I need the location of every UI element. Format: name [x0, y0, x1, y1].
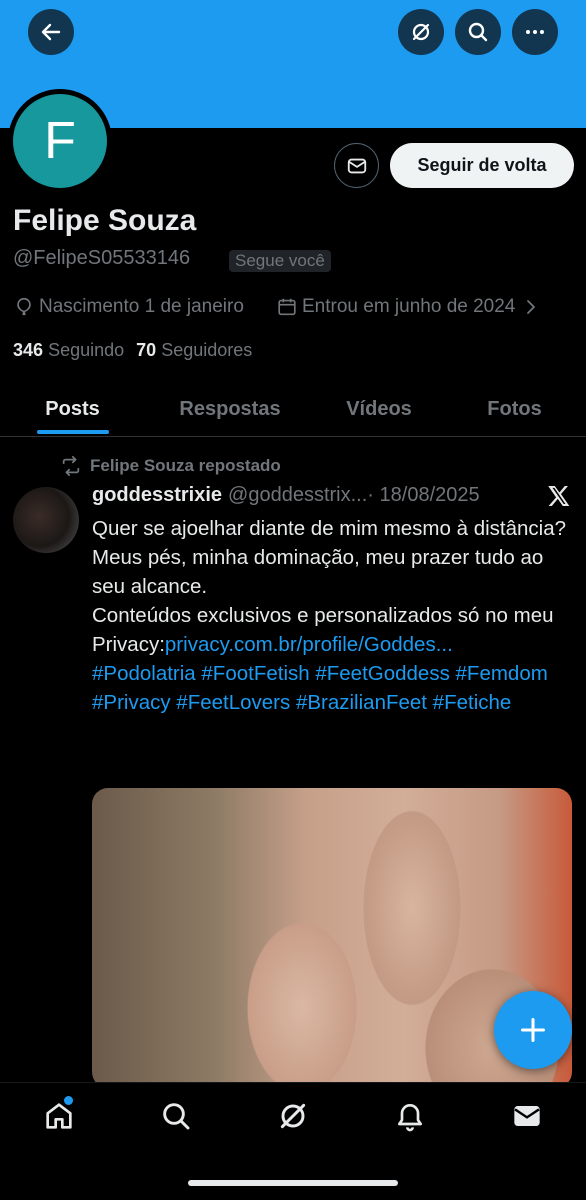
- post-line-1: Quer se ajoelhar diante de mim mesmo à d…: [92, 517, 567, 540]
- home-icon: [46, 1103, 72, 1129]
- post-date[interactable]: · 18/08/2025: [367, 484, 479, 507]
- post-header: goddesstrixie @goddesstrix... · 18/08/20…: [92, 484, 480, 507]
- grok-button[interactable]: [398, 9, 444, 55]
- plus-icon: [520, 1017, 546, 1043]
- more-button[interactable]: [512, 9, 558, 55]
- post-line-2: Meus pés, minha dominação, meu prazer tu…: [92, 546, 544, 598]
- search-button[interactable]: [455, 9, 501, 55]
- post-hashtags[interactable]: #Podolatria #FootFetish #FeetGoddess #Fe…: [92, 659, 572, 717]
- x-logo-icon: [548, 486, 570, 506]
- bell-icon: [398, 1104, 422, 1132]
- joined-info[interactable]: Entrou em junho de 2024: [276, 296, 543, 318]
- repost-icon: [62, 455, 80, 477]
- search-icon: [163, 1103, 190, 1130]
- birth-info: Nascimento 1 de janeiro: [13, 296, 244, 318]
- envelope-icon: [347, 158, 366, 173]
- follows-you-badge: Segue você: [229, 250, 331, 272]
- repost-context: Felipe Souza repostado: [60, 455, 281, 477]
- followers-label: Seguidores: [161, 340, 253, 360]
- followers-count: 70: [136, 340, 157, 360]
- balloon-icon: [17, 297, 31, 316]
- active-tab-indicator: [37, 430, 109, 434]
- nav-messages[interactable]: [510, 1099, 544, 1133]
- post-line-3: Conteúdos exclusivos e personalizados só…: [92, 601, 572, 659]
- post-author-handle[interactable]: @goddesstrix...: [228, 484, 367, 507]
- home-indicator: [188, 1180, 398, 1186]
- following-stat[interactable]: 346 Seguindo: [13, 340, 124, 361]
- message-button[interactable]: [334, 143, 379, 188]
- search-icon: [468, 22, 488, 42]
- post-text: Quer se ajoelhar diante de mim mesmo à d…: [92, 514, 572, 717]
- grok-icon: [280, 1103, 306, 1129]
- back-button[interactable]: [28, 9, 74, 55]
- post-link[interactable]: privacy.com.br/profile/Goddes...: [165, 633, 453, 656]
- avatar[interactable]: F: [13, 94, 107, 188]
- chevron-right-icon: [527, 300, 536, 314]
- grok-icon: [412, 23, 430, 41]
- nav-notifications[interactable]: [393, 1099, 427, 1133]
- birth-text: Nascimento 1 de janeiro: [39, 296, 244, 317]
- profile-tabs: Posts Respostas Vídeos Fotos: [0, 382, 586, 437]
- followers-stat[interactable]: 70 Seguidores: [136, 340, 252, 361]
- following-count: 346: [13, 340, 44, 360]
- calendar-icon: [278, 298, 296, 316]
- following-label: Seguindo: [48, 340, 125, 360]
- avatar-letter: F: [44, 112, 76, 170]
- profile-name: Felipe Souza: [13, 204, 197, 237]
- repost-label: Felipe Souza repostado: [90, 456, 281, 475]
- follow-back-button[interactable]: Seguir de volta: [390, 143, 574, 188]
- arrow-left-icon: [41, 23, 61, 41]
- mail-icon: [514, 1106, 540, 1126]
- tab-videos[interactable]: Vídeos: [315, 382, 443, 437]
- joined-text: Entrou em junho de 2024: [302, 296, 516, 317]
- nav-grok[interactable]: [276, 1099, 310, 1133]
- tab-replies[interactable]: Respostas: [145, 382, 315, 437]
- nav-search[interactable]: [159, 1099, 193, 1133]
- more-horizontal-icon: [526, 30, 544, 34]
- tab-posts[interactable]: Posts: [0, 382, 145, 437]
- home-notification-dot: [64, 1096, 73, 1105]
- post-author-avatar[interactable]: [13, 487, 79, 553]
- compose-button[interactable]: [494, 991, 572, 1069]
- follow-stats: 346 Seguindo 70 Seguidores: [13, 340, 252, 361]
- profile-handle: @FelipeS05533146: [13, 247, 191, 269]
- tab-photos[interactable]: Fotos: [443, 382, 586, 437]
- post-author-name[interactable]: goddesstrixie: [92, 484, 222, 507]
